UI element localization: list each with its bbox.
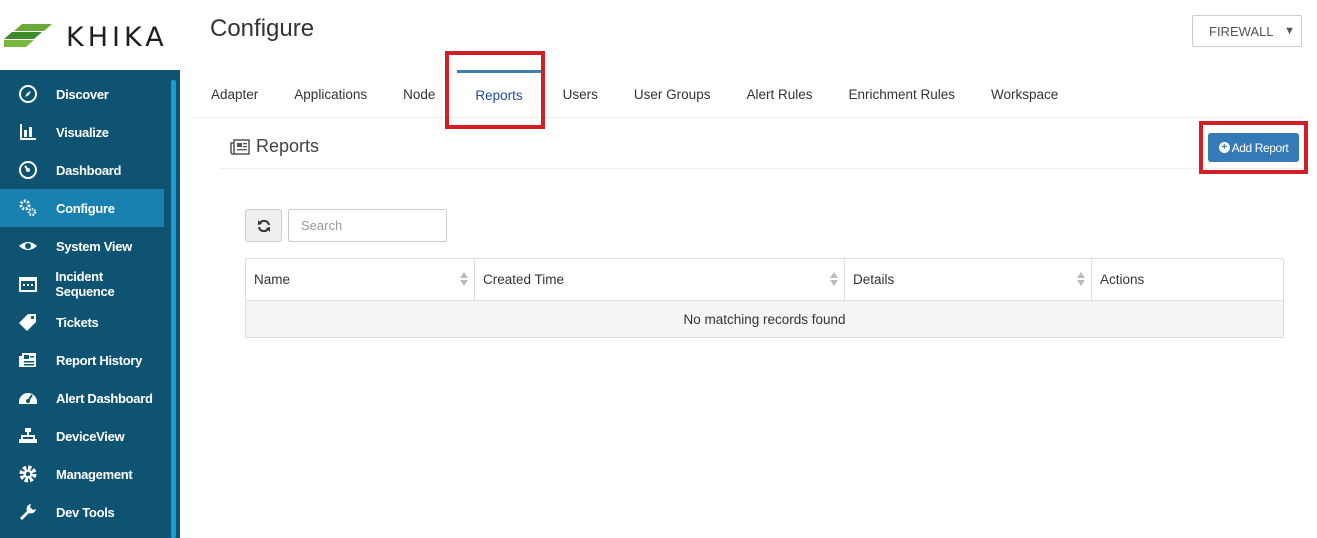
sidebar-item-incident-sequence[interactable]: Incident Sequence xyxy=(0,265,164,303)
sidebar-item-management[interactable]: Management xyxy=(0,455,164,493)
gear-icon xyxy=(0,464,56,484)
tab-applications[interactable]: Applications xyxy=(276,70,385,118)
khika-logo-icon xyxy=(4,24,52,47)
config-tabs: Adapter Applications Node Reports Users … xyxy=(193,70,1076,118)
device-select-value: FIREWALL xyxy=(1209,23,1274,39)
logo-area: KHIKA xyxy=(0,0,180,70)
dashboard-icon xyxy=(0,388,56,408)
sidebar-item-configure[interactable]: Configure xyxy=(0,189,164,227)
sidebar-scrollbar[interactable] xyxy=(171,80,176,538)
caret-down-icon: ▼ xyxy=(1284,25,1295,37)
tab-user-groups[interactable]: User Groups xyxy=(616,70,729,118)
gauge-icon xyxy=(0,160,56,180)
brand-name: KHIKA xyxy=(66,22,168,53)
column-label: Details xyxy=(853,272,895,287)
search-input[interactable] xyxy=(288,209,447,242)
bar-chart-icon xyxy=(0,122,56,142)
device-select[interactable]: FIREWALL ▼ xyxy=(1192,15,1302,47)
sidebar-item-visualize[interactable]: Visualize xyxy=(0,113,164,151)
reports-table: Name Created Time Details Actions No mat… xyxy=(245,258,1284,338)
table-header: Name Created Time Details Actions xyxy=(246,259,1283,301)
column-header-created-time[interactable]: Created Time xyxy=(475,259,845,300)
sidebar-item-alert-dashboard[interactable]: Alert Dashboard xyxy=(0,379,164,417)
sort-icon xyxy=(1077,272,1085,286)
sidebar-item-label: DeviceView xyxy=(56,428,125,444)
sidebar-item-label: Dev Tools xyxy=(56,504,115,520)
refresh-icon xyxy=(257,219,270,232)
tab-users[interactable]: Users xyxy=(545,70,616,118)
add-report-highlight xyxy=(1199,121,1308,174)
sidebar-item-label: Configure xyxy=(56,200,115,216)
reports-tab-highlight xyxy=(445,51,545,129)
tab-adapter[interactable]: Adapter xyxy=(193,70,276,118)
tab-enrichment-rules[interactable]: Enrichment Rules xyxy=(830,70,973,118)
sort-icon xyxy=(460,272,468,286)
page-title: Configure xyxy=(210,15,315,42)
wrench-icon xyxy=(0,502,56,522)
sitemap-icon xyxy=(0,426,56,446)
tabs-divider xyxy=(193,117,1305,118)
calendar-icon xyxy=(0,274,55,294)
tag-icon xyxy=(0,312,56,332)
eye-icon xyxy=(0,236,56,256)
sidebar-item-deviceview[interactable]: DeviceView xyxy=(0,417,164,455)
gears-icon xyxy=(0,198,56,218)
sidebar-item-label: Management xyxy=(56,466,133,482)
sidebar-item-label: Incident Sequence xyxy=(55,269,115,299)
sidebar-item-label: System View xyxy=(56,238,132,254)
column-header-name[interactable]: Name xyxy=(246,259,475,300)
table-row-empty: No matching records found xyxy=(246,301,1283,337)
sidebar-item-tickets[interactable]: Tickets xyxy=(0,303,164,341)
sidebar-item-discover[interactable]: Discover xyxy=(0,75,164,113)
tab-node[interactable]: Node xyxy=(385,70,453,118)
sidebar-item-dashboard[interactable]: Dashboard xyxy=(0,151,164,189)
sidebar-item-label: Discover xyxy=(56,86,109,102)
reports-title: Reports xyxy=(256,136,320,156)
sort-icon xyxy=(830,272,838,286)
compass-icon xyxy=(0,84,56,104)
sidebar-item-label: Report History xyxy=(56,352,143,368)
column-label: Actions xyxy=(1100,272,1145,287)
refresh-button[interactable] xyxy=(245,209,282,242)
sidebar-item-system-view[interactable]: System View xyxy=(0,227,164,265)
reports-heading: Reports xyxy=(230,136,319,157)
newspaper-icon xyxy=(0,350,56,370)
column-header-details[interactable]: Details xyxy=(845,259,1092,300)
sidebar-item-label: Tickets xyxy=(56,314,99,330)
sidebar-item-label: Visualize xyxy=(56,124,109,140)
sidebar-item-dev-tools[interactable]: Dev Tools xyxy=(0,493,164,531)
column-label: Name xyxy=(254,272,291,287)
newspaper-icon xyxy=(230,138,250,155)
tab-workspace[interactable]: Workspace xyxy=(973,70,1076,118)
sidebar-item-label: Dashboard xyxy=(56,162,122,178)
reports-heading-divider xyxy=(220,168,1305,169)
sidebar-item-label: Alert Dashboard xyxy=(56,390,153,406)
column-label: Created Time xyxy=(483,272,565,287)
tab-alert-rules[interactable]: Alert Rules xyxy=(728,70,830,118)
sidebar-item-report-history[interactable]: Report History xyxy=(0,341,164,379)
column-header-actions: Actions xyxy=(1092,259,1283,300)
